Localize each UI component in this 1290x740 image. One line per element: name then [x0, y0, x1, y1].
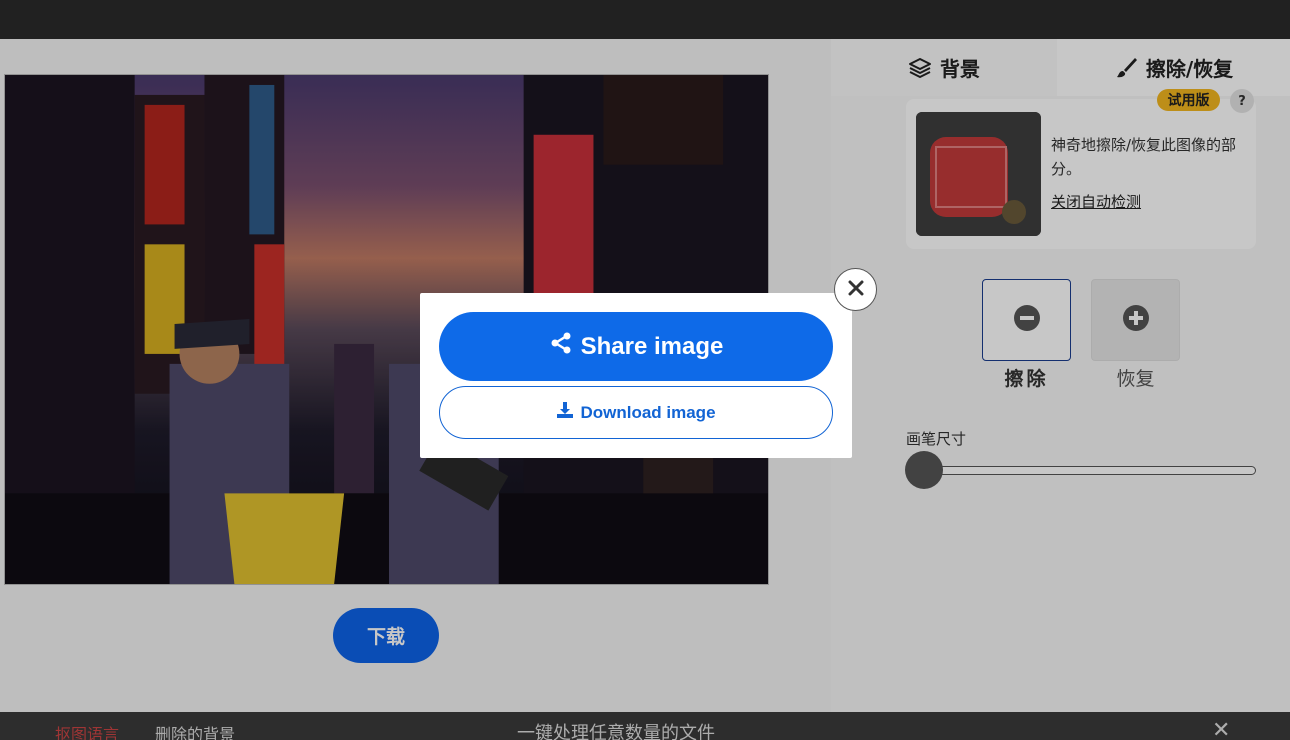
download-icon [556, 401, 574, 424]
share-icon [549, 331, 573, 362]
download-image-button[interactable]: Download image [439, 386, 833, 439]
share-modal: Share image Download image [420, 293, 852, 458]
share-image-button[interactable]: Share image [439, 312, 833, 381]
share-image-label: Share image [580, 332, 724, 360]
close-modal-button[interactable] [834, 268, 877, 311]
close-icon [848, 280, 864, 300]
download-image-label: Download image [580, 402, 716, 422]
